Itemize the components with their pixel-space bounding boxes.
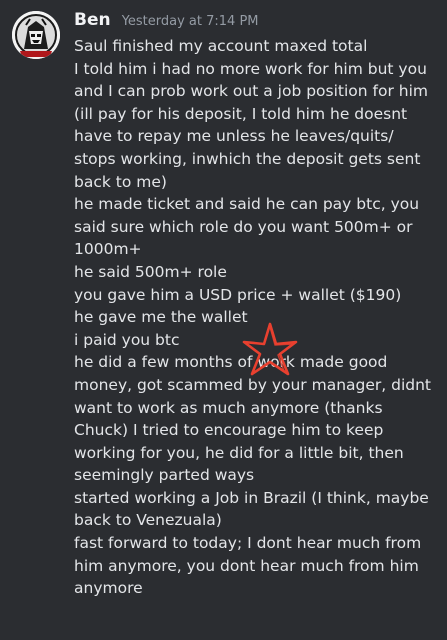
message-line: Saul finished my account maxed total [74,37,368,55]
message-line: fast forward to today; I dont hear much … [74,534,422,553]
message-line: he gave me the wallet [74,308,248,327]
message-line: I told him i had no more work for him bu… [74,59,427,78]
message-line: you gave him a USD price + wallet ($190) [74,285,402,304]
chat-message: Ben Yesterday at 7:14 PM Saul finished m… [0,0,447,640]
avatar-image [12,11,60,59]
message-line: said sure which role do you want 500m+ o… [74,217,413,236]
message-content: Saul finished my account maxed total I t… [74,35,440,600]
message-line: working for you, he did for a little bit… [74,443,404,462]
message-line: i paid you btc [74,330,180,349]
message-header: Ben Yesterday at 7:14 PM [74,10,259,36]
message-line: back to me) [74,172,167,191]
message-line: want to work as much anymore (thanks [74,398,383,417]
message-line: and I can prob work out a job position f… [74,82,428,101]
message-line: he did a few months of work made good [74,353,388,372]
author-username[interactable]: Ben [74,10,111,30]
message-line: (ill pay for his deposit, I told him he … [74,104,408,123]
avatar[interactable] [12,11,60,59]
message-line: money, got scammed by your manager, didn… [74,375,432,394]
message-line: started working a Job in Brazil (I think… [74,488,429,507]
message-line: 1000m+ [74,240,142,259]
message-line: have to repay me unless he leaves/quits/ [74,127,394,146]
message-line: him anymore, you dont hear much from him [74,556,419,575]
message-line: he made ticket and said he can pay btc, … [74,195,420,214]
message-line: he said 500m+ role [74,262,227,281]
message-line: stops working, inwhich the deposit gets … [74,149,421,168]
message-line: seemingly parted ways [74,466,255,485]
message-line: back to Venezuala) [74,511,222,530]
message-timestamp[interactable]: Yesterday at 7:14 PM [122,14,259,29]
message-line: Chuck) I tried to encourage him to keep [74,421,384,440]
message-line: anymore [74,579,143,598]
